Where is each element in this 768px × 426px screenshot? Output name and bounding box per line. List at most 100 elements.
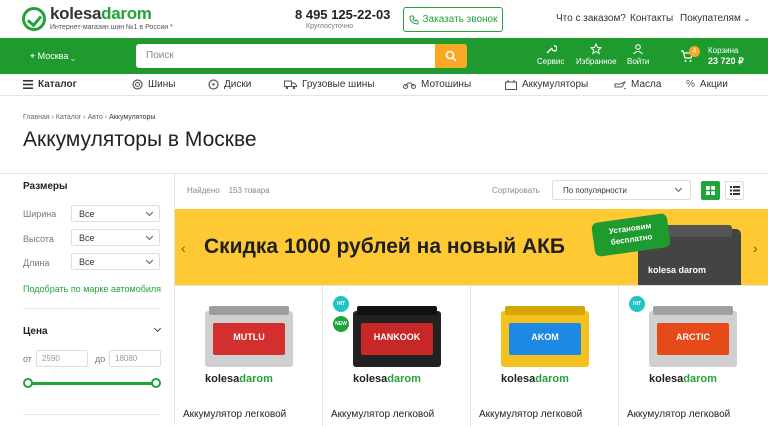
product-label: HANKOOK — [361, 323, 433, 355]
nav-tires[interactable]: Шины — [132, 79, 175, 90]
link-order-status[interactable]: Что с заказом? — [556, 13, 626, 24]
search-input[interactable]: Поиск — [136, 44, 435, 68]
main-header-bar: ⌖ Москва ⌄ Поиск Сервис Избранное Войти … — [0, 38, 768, 74]
nav-catalog-label: Каталог — [38, 79, 77, 90]
nav-wheels[interactable]: Диски — [208, 79, 251, 90]
card-brand: kolesadarom — [353, 373, 421, 385]
city-selector[interactable]: ⌖ Москва ⌄ — [30, 51, 75, 62]
battery-icon — [505, 80, 517, 90]
sort-select[interactable]: По популярности — [552, 180, 691, 200]
price-to-input[interactable]: 18080 — [109, 350, 161, 367]
phone-number[interactable]: 8 495 125-22-03 — [295, 7, 390, 22]
card-brand-b: darom — [387, 373, 421, 385]
grid-view-button[interactable] — [701, 181, 720, 200]
cart-count-badge: 4 — [689, 46, 700, 57]
price-slider-track[interactable] — [28, 382, 156, 385]
card-brand-b: darom — [535, 373, 569, 385]
oil-can-icon — [614, 80, 626, 89]
filter-height-label: Высота — [23, 234, 54, 244]
logo-check-icon — [22, 6, 46, 31]
banner-prev-arrow-icon[interactable]: ‹ — [181, 240, 186, 256]
filter-length-select[interactable]: Все — [71, 253, 160, 270]
product-label: ARCTIC — [657, 323, 729, 355]
banner-next-arrow-icon[interactable]: › — [753, 240, 758, 256]
service-link[interactable]: Сервис — [537, 43, 564, 66]
link-customers-label: Покупателям — [680, 13, 741, 24]
callback-button[interactable]: Заказать звонок — [403, 7, 503, 32]
breadcrumb: Главная › Каталог › Авто › Аккумуляторы — [23, 114, 156, 121]
product-label: AKOM — [509, 323, 581, 355]
list-icon — [729, 186, 740, 195]
nav-tires-label: Шины — [148, 79, 176, 90]
product-card[interactable]: HIT ARCTIC kolesadarom Аккумулятор легко… — [619, 286, 767, 426]
location-pin-icon: ⌖ — [30, 51, 36, 61]
logo-name-b: darom — [101, 4, 152, 23]
search-icon — [445, 50, 457, 62]
product-title[interactable]: Аккумулятор легковой — [627, 408, 759, 421]
sort-label: Сортировать — [492, 186, 540, 195]
price-slider-min-handle[interactable] — [23, 378, 33, 388]
product-image: ARCTIC — [649, 306, 737, 367]
nav-oils-label: Масла — [631, 79, 662, 90]
category-nav: Каталог Шины Диски Грузовые шины Мотошин… — [0, 74, 768, 96]
card-brand-a: kolesa — [649, 373, 684, 385]
card-brand-a: kolesa — [501, 373, 536, 385]
nav-truck-tires[interactable]: Грузовые шины — [284, 79, 375, 90]
favorites-link[interactable]: Избранное — [576, 43, 617, 66]
filter-price-title: Цена — [23, 326, 48, 337]
nav-moto-tires-label: Мотошины — [421, 79, 472, 90]
product-title[interactable]: Аккумулятор легковой — [183, 408, 315, 421]
nav-oils[interactable]: Масла — [614, 79, 661, 90]
product-card[interactable]: HIT NEW HANKOOK kolesadarom Аккумулятор … — [323, 286, 471, 426]
link-contacts[interactable]: Контакты — [630, 13, 673, 24]
wrench-icon — [546, 45, 557, 54]
product-title[interactable]: Аккумулятор легковой — [331, 408, 463, 421]
truck-icon — [284, 80, 297, 89]
page-title: Аккумуляторы в Москве — [23, 128, 257, 151]
product-card[interactable]: AKOM kolesadarom Аккумулятор легковой — [471, 286, 619, 426]
price-to-label: до — [95, 354, 106, 364]
login-label: Войти — [627, 57, 650, 66]
tire-icon — [132, 79, 143, 90]
breadcrumb-catalog[interactable]: Каталог — [56, 114, 81, 121]
found-value: 153 товара — [228, 186, 270, 195]
card-brand-b: darom — [239, 373, 273, 385]
promo-banner[interactable]: ‹ Скидка 1000 рублей на новый АКБ kolesa… — [175, 209, 768, 285]
chevron-down-icon: ⌄ — [70, 51, 76, 61]
nav-catalog[interactable]: Каталог — [23, 79, 77, 90]
search-button[interactable] — [435, 44, 467, 68]
filter-width-select[interactable]: Все — [71, 205, 160, 222]
new-badge: NEW — [333, 316, 349, 332]
product-card[interactable]: MUTLU kolesadarom Аккумулятор легковой — [175, 286, 323, 426]
login-link[interactable]: Войти — [627, 43, 649, 66]
found-label: Найдено — [187, 186, 220, 195]
product-grid: MUTLU kolesadarom Аккумулятор легковой H… — [175, 285, 768, 426]
user-icon — [633, 44, 644, 55]
city-name: Москва — [37, 51, 69, 61]
callback-label: Заказать звонок — [422, 14, 498, 25]
breadcrumb-home[interactable]: Главная — [23, 114, 50, 121]
filter-divider — [23, 414, 160, 415]
phone-icon — [409, 15, 419, 25]
list-view-button[interactable] — [725, 181, 744, 200]
price-from-input[interactable]: 2590 — [36, 350, 88, 367]
link-customers[interactable]: Покупателям ⌄ — [680, 13, 750, 24]
card-brand: kolesadarom — [649, 373, 717, 385]
phone-note: Круглосуточно — [306, 23, 354, 30]
pick-by-car-link[interactable]: Подобрать по марке автомобиля — [23, 284, 161, 294]
cart-label: Корзина — [708, 46, 739, 55]
card-brand-a: kolesa — [205, 373, 240, 385]
card-brand-b: darom — [683, 373, 717, 385]
nav-moto-tires[interactable]: Мотошины — [403, 79, 471, 90]
logo[interactable]: kolesadarom Интернет-магазин шин №1 в Ро… — [22, 5, 173, 32]
filter-height-select[interactable]: Все — [71, 229, 160, 246]
nav-batteries[interactable]: Аккумуляторы — [505, 79, 588, 90]
filter-width-label: Ширина — [23, 209, 57, 219]
price-slider-max-handle[interactable] — [151, 378, 161, 388]
top-bar: kolesadarom Интернет-магазин шин №1 в Ро… — [0, 0, 768, 38]
product-title[interactable]: Аккумулятор легковой — [479, 408, 611, 421]
banner-text: Скидка 1000 рублей на новый АКБ — [204, 235, 566, 258]
nav-promos[interactable]: % Акции — [686, 79, 728, 90]
found-count: Найдено 153 товара — [187, 186, 270, 195]
breadcrumb-auto[interactable]: Авто — [88, 114, 103, 121]
